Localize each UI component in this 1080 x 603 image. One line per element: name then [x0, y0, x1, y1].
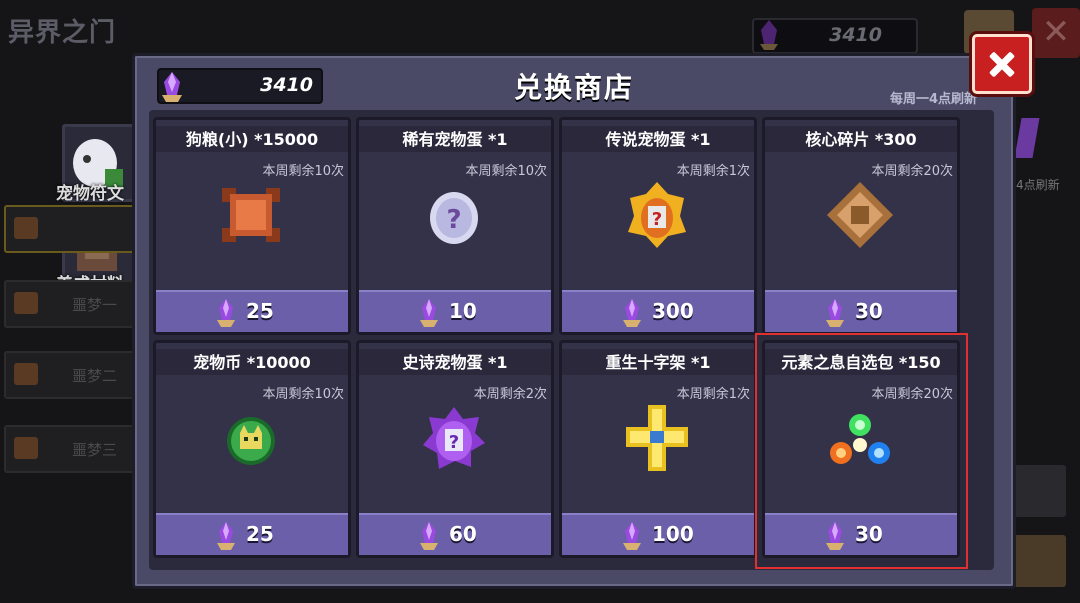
- shop-item-price: 30: [855, 299, 883, 323]
- refresh-note: 每周一4点刷新: [889, 92, 977, 107]
- shop-item-remaining: 本周剩余10次: [262, 387, 344, 402]
- core-fragment-icon: [825, 180, 895, 250]
- side-tab-nightmare-2[interactable]: 噩梦二: [4, 351, 138, 399]
- purple-gem-icon: [217, 522, 235, 550]
- shop-item-remaining: 本周剩余2次: [473, 387, 547, 402]
- background-gem-icon: [1014, 118, 1040, 158]
- chest-icon: [14, 217, 38, 239]
- shop-item-card[interactable]: 稀有宠物蛋 *1 本周剩余10次? 10: [356, 117, 554, 335]
- purple-gem-icon: [420, 522, 438, 550]
- side-menu-label-pet-rune: 宠物符文: [56, 184, 124, 204]
- shop-item-price: 300: [652, 299, 694, 323]
- background-title: 异界之门: [8, 18, 117, 48]
- shop-item-remaining: 本周剩余10次: [262, 164, 344, 179]
- svg-text:?: ?: [652, 209, 662, 230]
- legendary-egg-icon: ?: [622, 180, 692, 250]
- price-button[interactable]: 30: [765, 290, 957, 332]
- close-button[interactable]: [972, 34, 1032, 94]
- purple-gem-icon: [760, 20, 778, 50]
- shop-header: 3410 兑换商店 每周一4点刷新: [135, 56, 1013, 110]
- side-tab-label: 噩梦三: [72, 441, 118, 459]
- purple-gem-icon: [217, 299, 235, 327]
- shop-item-card[interactable]: 核心碎片 *300 本周剩余20次 30: [762, 117, 960, 335]
- shop-item-name: 史诗宠物蛋 *1: [359, 349, 551, 375]
- shop-item-card[interactable]: 传说宠物蛋 *1 本周剩余1次? 300: [559, 117, 757, 335]
- pet-coin-icon: [216, 403, 286, 473]
- side-tab-label: 噩梦一: [72, 296, 118, 314]
- shop-item-remaining: 本周剩余1次: [676, 164, 750, 179]
- shop-item-card[interactable]: 宠物币 *10000 本周剩余10次 25: [153, 340, 351, 558]
- shop-item-name: 稀有宠物蛋 *1: [359, 126, 551, 152]
- side-tab-label: 噩梦二: [72, 367, 118, 385]
- shop-item-name: 狗粮(小) *15000: [156, 126, 348, 152]
- background-refresh-note: 4点刷新: [1016, 178, 1060, 192]
- purple-gem-icon: [623, 299, 641, 327]
- chest-icon: [14, 437, 38, 459]
- shop-item-price: 25: [246, 522, 274, 546]
- shop-item-name: 核心碎片 *300: [765, 126, 957, 152]
- shop-item-name: 传说宠物蛋 *1: [562, 126, 754, 152]
- shop-item-name: 重生十字架 *1: [562, 349, 754, 375]
- shop-item-remaining: 本周剩余20次: [871, 164, 953, 179]
- side-tab-nightmare-3[interactable]: 噩梦三: [4, 425, 138, 473]
- shop-item-price: 60: [449, 522, 477, 546]
- purple-gem-icon: [623, 522, 641, 550]
- price-button[interactable]: 60: [359, 513, 551, 555]
- selection-highlight: [755, 333, 968, 569]
- side-tab-active[interactable]: [4, 205, 138, 253]
- side-tab-nightmare-1[interactable]: 噩梦一: [4, 280, 138, 328]
- shop-item-name: 宠物币 *10000: [156, 349, 348, 375]
- purple-gem-icon: [420, 299, 438, 327]
- shop-item-price: 100: [652, 522, 694, 546]
- shop-item-card[interactable]: 重生十字架 *1 本周剩余1次 100: [559, 340, 757, 558]
- shop-item-price: 10: [449, 299, 477, 323]
- background-deco: [1014, 535, 1066, 587]
- shop-item-price: 25: [246, 299, 274, 323]
- shop-title: 兑换商店: [513, 71, 634, 104]
- svg-text:?: ?: [449, 432, 459, 453]
- shop-item-card[interactable]: 史诗宠物蛋 *1 本周剩余2次? 60: [356, 340, 554, 558]
- dog-food-icon: [216, 180, 286, 250]
- chest-icon: [14, 292, 38, 314]
- chest-icon: [14, 363, 38, 385]
- shop-item-remaining: 本周剩余1次: [676, 387, 750, 402]
- purple-gem-icon: [826, 299, 844, 327]
- price-button[interactable]: 25: [156, 290, 348, 332]
- background-deco: [1014, 465, 1066, 517]
- background-currency-display: 3410: [752, 18, 918, 54]
- price-button[interactable]: 10: [359, 290, 551, 332]
- price-button[interactable]: 25: [156, 513, 348, 555]
- rebirth-cross-icon: [622, 403, 692, 473]
- epic-egg-icon: ?: [419, 403, 489, 473]
- background-currency-value: 3410: [829, 24, 882, 46]
- svg-text:?: ?: [446, 205, 461, 235]
- background-close-button[interactable]: ✕: [1032, 8, 1080, 58]
- rare-egg-icon: ?: [419, 180, 489, 250]
- shop-item-card[interactable]: 狗粮(小) *15000 本周剩余10次 25: [153, 117, 351, 335]
- shop-item-remaining: 本周剩余10次: [465, 164, 547, 179]
- price-button[interactable]: 300: [562, 290, 754, 332]
- price-button[interactable]: 100: [562, 513, 754, 555]
